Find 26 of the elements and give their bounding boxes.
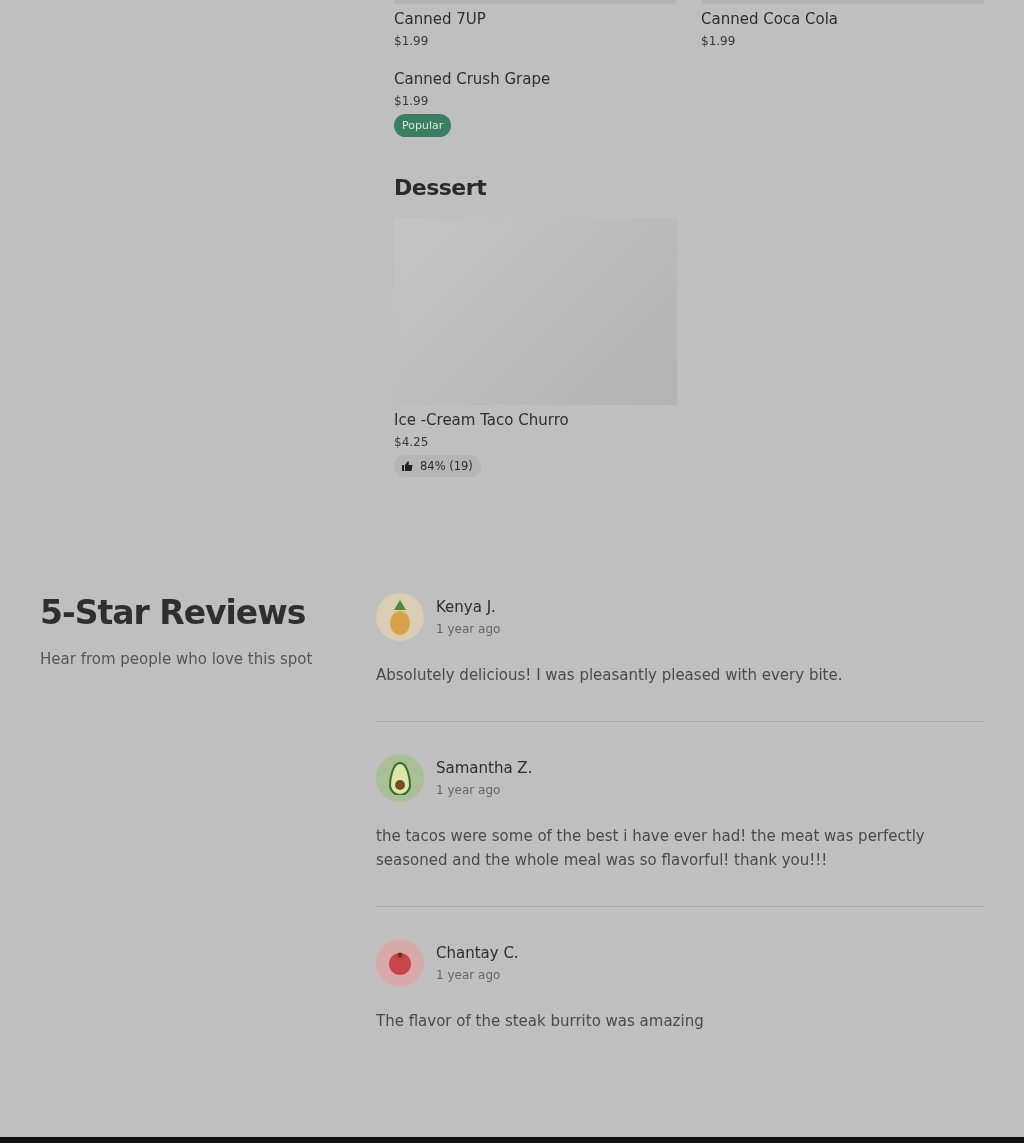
item-price: $1.99	[394, 94, 429, 108]
review-text: The flavor of the steak burrito was amazing	[376, 1011, 705, 1032]
item-price: $4.25	[394, 435, 429, 449]
section-title: 5-Star Reviews	[40, 593, 307, 632]
review-time: 1 year ago	[436, 968, 502, 982]
section-subtitle: Hear from people who love this spot	[40, 650, 314, 668]
item-name[interactable]: Ice -Cream Taco Churro	[394, 411, 569, 429]
review-text: Absolutely delicious! I was pleasantly pleased with every bite.	[376, 665, 844, 686]
item-name[interactable]: Canned Coca Cola	[701, 10, 839, 28]
avocado-icon	[387, 761, 413, 795]
tomato-icon	[387, 950, 413, 976]
review-time: 1 year ago	[436, 622, 501, 636]
reviewer-name: Kenya J.	[436, 598, 497, 616]
reviewer-name: Samantha Z.	[436, 759, 533, 777]
item-name[interactable]: Canned Crush Grape	[394, 70, 551, 88]
rating-badge: 84% (19)	[394, 455, 481, 477]
thumbs-up-icon	[402, 461, 413, 471]
review-text: the tacos were some of the best i have ever had! the meat was perfectly seasoned and the whole meal was so flavorful! thank you!!!	[376, 826, 926, 871]
item-price: $1.99	[394, 34, 429, 48]
item-price: $1.99	[701, 34, 736, 48]
item-name[interactable]: Canned 7UP	[394, 10, 486, 28]
reviewer-name: Chantay C.	[436, 944, 519, 962]
popular-badge: Popular	[394, 114, 452, 137]
review-time: 1 year ago	[436, 783, 502, 797]
pineapple-icon	[388, 598, 412, 636]
section-title: Dessert	[394, 175, 488, 200]
